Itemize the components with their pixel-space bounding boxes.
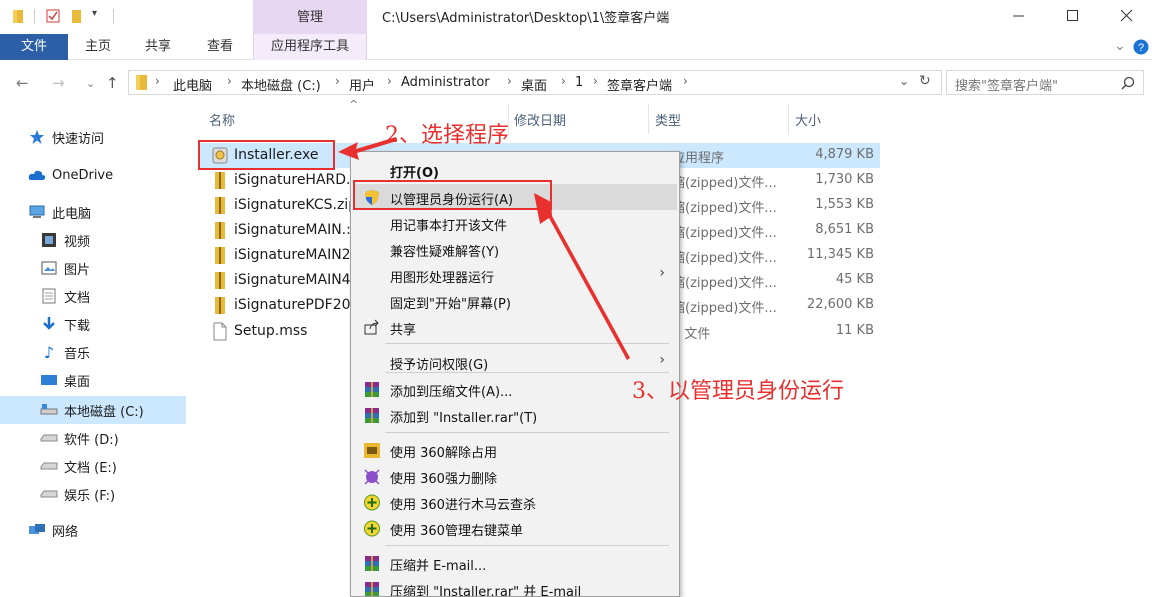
annotation-step2: 2、选择程序 bbox=[385, 123, 509, 148]
annotation-step3: 3、以管理员身份运行 bbox=[632, 379, 844, 404]
annotation-arrows bbox=[338, 137, 630, 360]
arrow-to-run-as-admin-icon bbox=[534, 193, 630, 360]
